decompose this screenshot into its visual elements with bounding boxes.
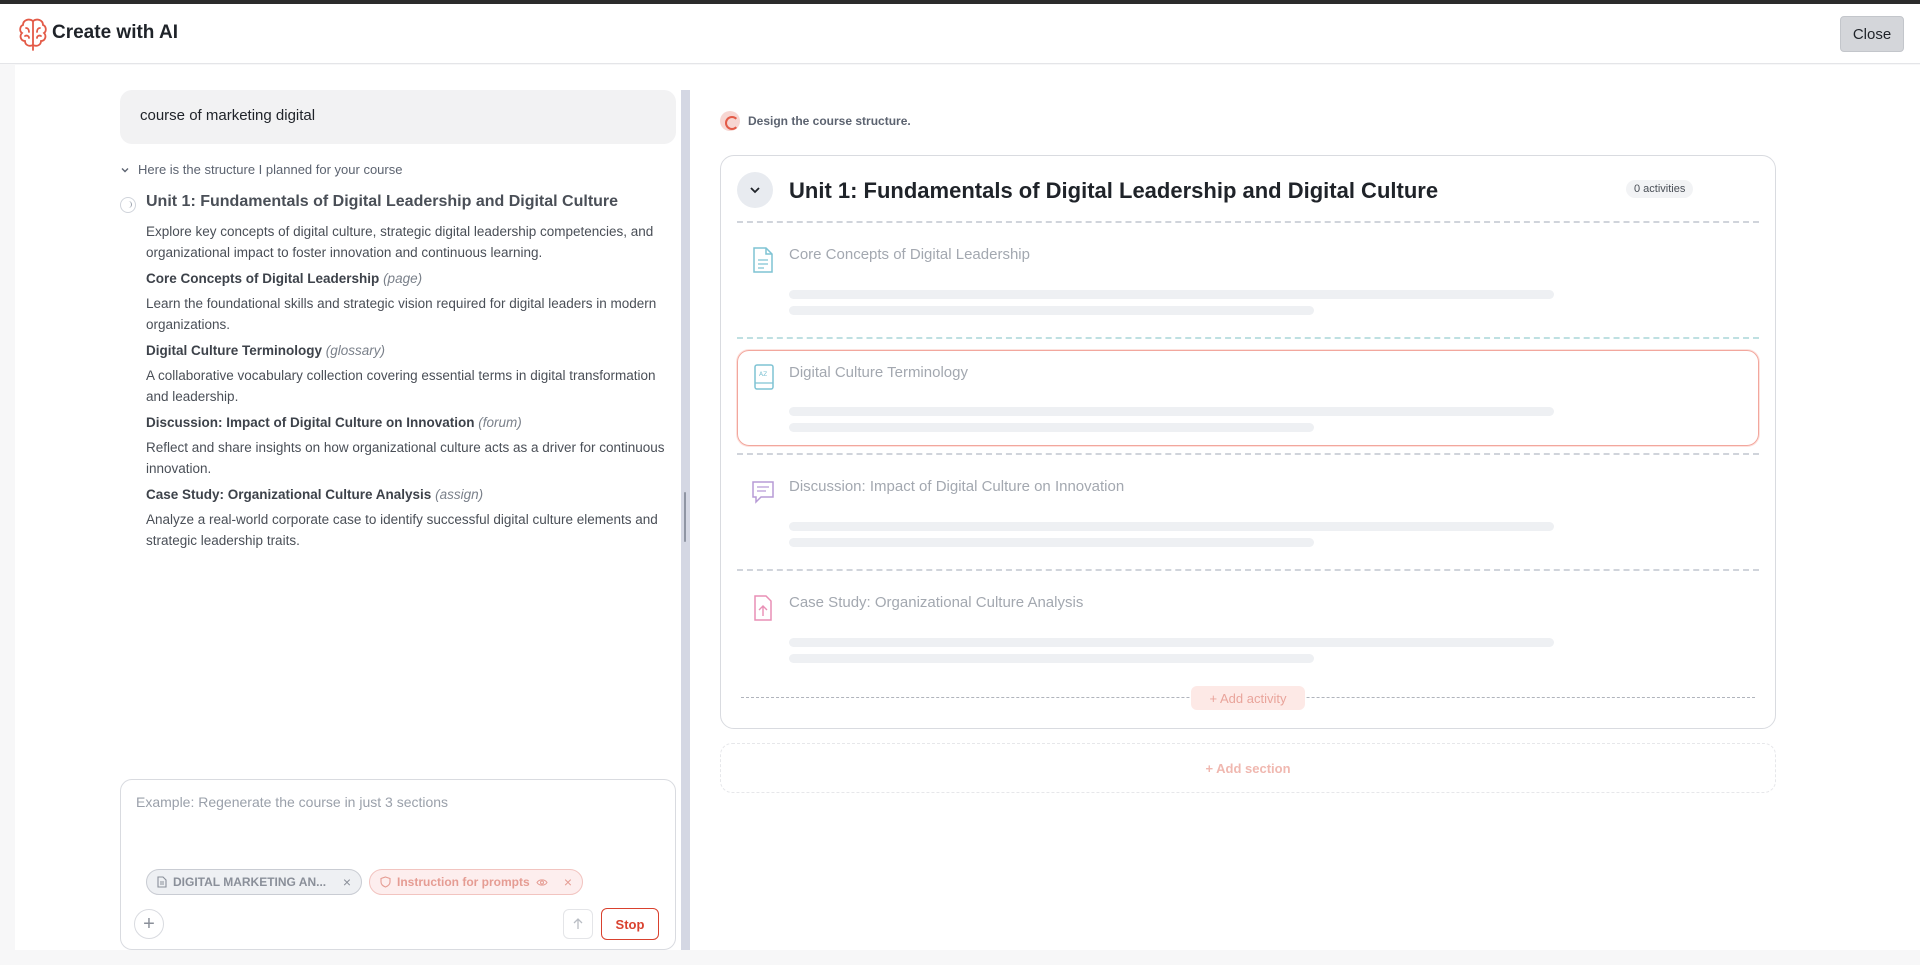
plan-unit-title: Unit 1: Fundamentals of Digital Leadersh… — [146, 193, 619, 210]
divider — [737, 221, 1759, 223]
unit-collapse-toggle[interactable] — [737, 172, 773, 208]
skeleton-line — [789, 306, 1314, 315]
remove-chip-icon[interactable]: × — [564, 874, 572, 890]
plan-intro-text: Here is the structure I planned for your… — [138, 162, 403, 177]
activities-count-badge: 0 activities — [1626, 180, 1694, 198]
status-text: Design the course structure. — [748, 114, 911, 128]
glossary-icon: AZ — [754, 364, 774, 390]
plan-unit-description: Explore key concepts of digital culture,… — [146, 224, 654, 260]
plan-activity-description: Reflect and share insights on how organi… — [146, 440, 665, 476]
plan-activity-description: Analyze a real-world corporate case to i… — [146, 512, 658, 548]
skeleton-line — [789, 654, 1314, 663]
chevron-down-icon — [750, 187, 760, 194]
add-section-button[interactable]: + Add section — [720, 743, 1776, 793]
plan-activity-name: Digital Culture Terminology — [146, 343, 323, 358]
plan-activity-title: Case Study: Organizational Culture Analy… — [146, 484, 676, 505]
activity-title: Discussion: Impact of Digital Culture on… — [789, 478, 1125, 495]
context-chip-instruction[interactable]: Instruction for prompts × — [369, 869, 583, 895]
close-button[interactable]: Close — [1840, 16, 1904, 52]
plan-activity-title: Discussion: Impact of Digital Culture on… — [146, 412, 676, 433]
skeleton-line — [789, 638, 1554, 647]
activity-item[interactable]: Discussion: Impact of Digital Culture on… — [737, 456, 1759, 552]
activity-item-selected[interactable]: AZ Digital Culture Terminology — [737, 350, 1759, 446]
divider — [737, 453, 1759, 455]
plan-activity-type: (assign) — [435, 487, 484, 502]
plan-activity-type: (page) — [383, 271, 423, 286]
page-title: Create with AI — [52, 22, 178, 43]
plan-activity-name: Discussion: Impact of Digital Culture on… — [146, 415, 475, 430]
add-attachment-button[interactable]: + — [134, 909, 164, 939]
page-icon — [753, 247, 773, 273]
loading-spinner-icon — [120, 197, 136, 213]
activity-item[interactable]: Core Concepts of Digital Leadership — [737, 224, 1759, 320]
plan-activity-title: Digital Culture Terminology (glossary) — [146, 340, 676, 361]
app-header: Create with AI Close — [0, 4, 1920, 64]
forum-icon — [752, 481, 774, 504]
unit-card: Unit 1: Fundamentals of Digital Leadersh… — [720, 155, 1776, 729]
send-button[interactable] — [563, 909, 593, 939]
plan-activity-type: (forum) — [478, 415, 522, 430]
plan-activity-description: A collaborative vocabulary collection co… — [146, 368, 656, 404]
plan-activity-name: Core Concepts of Digital Leadership — [146, 271, 380, 286]
progress-icon — [720, 111, 740, 131]
panel-splitter[interactable] — [681, 90, 690, 950]
svg-text:AZ: AZ — [759, 371, 767, 378]
user-prompt-bubble: course of marketing digital — [120, 90, 676, 144]
skeleton-line — [789, 538, 1314, 547]
stop-button[interactable]: Stop — [601, 908, 659, 940]
skeleton-line — [789, 290, 1554, 299]
plan-activity-description: Learn the foundational skills and strate… — [146, 296, 657, 332]
chevron-down-icon — [121, 167, 129, 172]
footer-strip — [0, 950, 1920, 965]
divider — [737, 569, 1759, 571]
document-icon — [157, 876, 167, 888]
brain-icon — [19, 18, 47, 51]
assign-icon — [754, 595, 772, 621]
arrow-up-icon — [573, 918, 583, 929]
chip-label: Instruction for prompts — [397, 875, 530, 889]
plan-list: Explore key concepts of digital culture,… — [146, 221, 676, 556]
generation-status: Design the course structure. — [720, 111, 911, 131]
activity-item[interactable]: Case Study: Organizational Culture Analy… — [737, 572, 1759, 668]
remove-chip-icon[interactable]: × — [343, 874, 351, 890]
chip-label: DIGITAL MARKETING AN... — [173, 875, 327, 889]
workspace: course of marketing digital Here is the … — [15, 65, 1920, 950]
chat-input-placeholder[interactable]: Example: Regenerate the course in just 3… — [136, 794, 448, 810]
context-chip-document[interactable]: DIGITAL MARKETING AN... × — [146, 869, 362, 895]
activity-title: Digital Culture Terminology — [789, 364, 968, 381]
skeleton-line — [789, 522, 1554, 531]
plan-activity-name: Case Study: Organizational Culture Analy… — [146, 487, 432, 502]
skeleton-line — [789, 407, 1554, 416]
eye-icon[interactable] — [536, 878, 548, 887]
divider — [737, 337, 1759, 339]
plan-activity-type: (glossary) — [325, 343, 386, 358]
skeleton-line — [789, 423, 1314, 432]
activity-title: Case Study: Organizational Culture Analy… — [789, 594, 1084, 611]
splitter-handle[interactable] — [684, 492, 686, 542]
activity-title: Core Concepts of Digital Leadership — [789, 246, 1030, 263]
unit-title: Unit 1: Fundamentals of Digital Leadersh… — [789, 178, 1439, 203]
chat-input-box[interactable]: Example: Regenerate the course in just 3… — [120, 779, 676, 950]
plan-activity-title: Core Concepts of Digital Leadership (pag… — [146, 268, 676, 289]
plan-toggle[interactable]: Here is the structure I planned for your… — [120, 162, 402, 177]
add-activity-button[interactable]: + Add activity — [1191, 686, 1305, 710]
shield-icon — [380, 876, 391, 888]
